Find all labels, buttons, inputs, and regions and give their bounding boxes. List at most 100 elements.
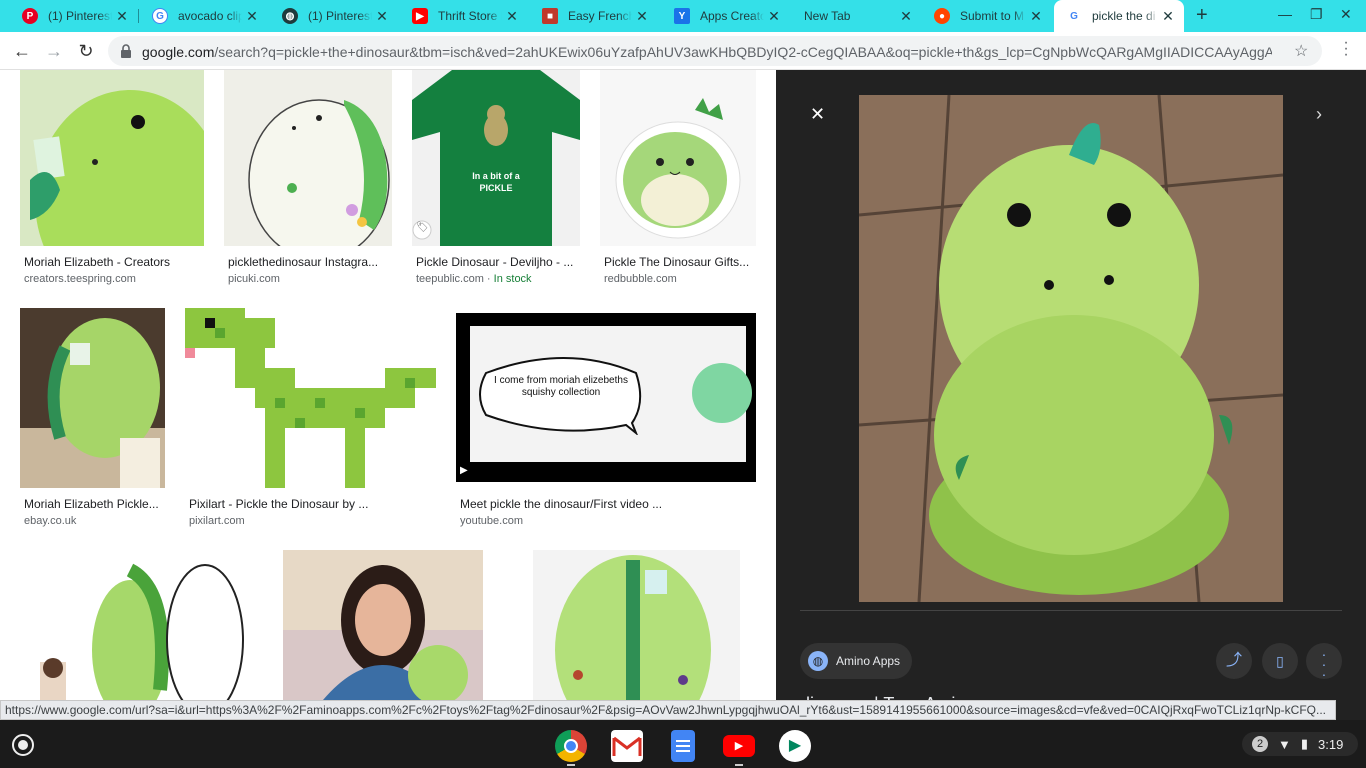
google-icon: G <box>152 8 168 24</box>
pinterest-icon: P <box>22 8 38 24</box>
globe-icon: ◍ <box>808 651 828 671</box>
google-icon: G <box>1066 8 1082 24</box>
sticker-image <box>600 70 756 246</box>
result-image-3[interactable]: In a bit of a PICKLE 🏷 <box>412 70 580 246</box>
tab-title: Easy French <box>568 9 632 23</box>
tshirt-image <box>412 70 580 246</box>
more-options-icon[interactable]: · · · <box>1306 643 1342 681</box>
menu-icon[interactable]: · · · <box>1336 35 1356 63</box>
tab-title: Submit to M <box>960 9 1025 23</box>
person-photo-image <box>283 550 483 700</box>
save-bookmark-icon[interactable]: ▯ <box>1262 643 1298 679</box>
reload-icon[interactable]: ↻ <box>74 39 98 63</box>
result-title[interactable]: Pickle Dinosaur - Deviljho - ... <box>416 255 580 269</box>
url-text: google.com/search?q=pickle+the+dinosaur&… <box>142 44 1272 60</box>
result-title[interactable]: Meet pickle the dinosaur/First video ... <box>460 497 756 511</box>
result-title[interactable]: Pickle The Dinosaur Gifts... <box>604 255 756 269</box>
tab-submit[interactable]: ● Submit to M ✕ <box>912 0 1052 32</box>
result-source[interactable]: picuki.com <box>228 273 280 285</box>
close-tab-icon[interactable]: ✕ <box>1026 8 1046 25</box>
back-icon[interactable]: ← <box>10 39 34 63</box>
result-source[interactable]: teepublic.com · In stock <box>416 273 532 285</box>
image-preview-panel: ✕ ‹ › ◍ Amino Apps ⤴ ▯ ··· dinosaur | To… <box>776 70 1366 720</box>
result-title[interactable]: picklethedinosaur Instagra... <box>228 255 388 269</box>
plush-head <box>692 363 752 423</box>
result-image-9[interactable] <box>283 550 483 700</box>
tab-title: (1) Pinterest <box>308 9 372 23</box>
forward-icon[interactable]: → <box>42 39 66 63</box>
result-image-5[interactable] <box>20 308 165 488</box>
source-site-name: Amino Apps <box>836 654 901 668</box>
close-tab-icon[interactable]: ✕ <box>242 8 262 25</box>
close-tab-icon[interactable]: ✕ <box>764 8 784 25</box>
window-close-icon[interactable]: ✕ <box>1340 6 1352 23</box>
tab-pickle-active[interactable]: G pickle the di ✕ <box>1054 0 1184 32</box>
close-preview-icon[interactable]: ✕ <box>810 104 825 125</box>
tab-title: Thrift Store H <box>438 9 502 23</box>
tab-strip: P (1) Pinterest ✕ G avocado clip ✕ ◍ (1)… <box>0 0 1366 32</box>
result-source[interactable]: youtube.com <box>460 515 523 527</box>
tab-title: New Tab <box>804 9 851 23</box>
notification-count: 2 <box>1252 736 1268 752</box>
tag-icon: 🏷 <box>416 222 429 233</box>
source-site-chip[interactable]: ◍ Amino Apps <box>800 643 913 679</box>
youtube-icon[interactable]: ▶ <box>723 735 755 757</box>
running-indicator <box>735 764 743 766</box>
y-icon: Y <box>674 8 690 24</box>
tab-avocado[interactable]: G avocado clip ✕ <box>130 0 268 32</box>
close-tab-icon[interactable]: ✕ <box>1158 8 1178 25</box>
result-image-7[interactable]: I come from moriah elizebeths squishy co… <box>456 313 756 482</box>
play-icon[interactable]: ▶ <box>460 465 482 479</box>
system-tray[interactable]: 2 ▼ ▮ 3:19 <box>1242 732 1358 756</box>
restore-icon[interactable]: ❐ <box>1310 6 1323 23</box>
plush-image <box>20 70 204 246</box>
result-image-1[interactable] <box>20 70 204 246</box>
result-source[interactable]: pixilart.com <box>189 515 245 527</box>
tab-new-tab[interactable]: New Tab ✕ <box>782 0 922 32</box>
result-title[interactable]: Moriah Elizabeth Pickle... <box>24 497 164 511</box>
result-title[interactable]: Moriah Elizabeth - Creators <box>24 255 204 269</box>
result-image-2[interactable] <box>224 70 392 246</box>
result-source[interactable]: ebay.co.uk <box>24 515 76 527</box>
minimize-icon[interactable]: — <box>1278 6 1292 22</box>
pixel-dino-image <box>185 308 436 488</box>
result-image-8[interactable] <box>20 550 249 700</box>
result-image-10[interactable] <box>533 550 740 700</box>
result-source[interactable]: redbubble.com <box>604 273 677 285</box>
plush-back-image <box>533 550 740 700</box>
bookmark-star-icon[interactable]: ☆ <box>1294 41 1308 61</box>
next-image-icon[interactable]: › <box>1316 104 1322 125</box>
in-stock-label: In stock <box>493 273 532 285</box>
new-tab-button[interactable]: + <box>1196 4 1208 27</box>
close-tab-icon[interactable]: ✕ <box>112 8 132 25</box>
tab-title: pickle the di <box>1092 9 1156 23</box>
launcher-icon[interactable] <box>12 734 34 756</box>
chrome-icon[interactable] <box>555 730 587 762</box>
tab-apps-creator[interactable]: Y Apps Creato ✕ <box>652 0 790 32</box>
launcher-dot <box>18 740 28 750</box>
close-tab-icon[interactable]: ✕ <box>372 8 392 25</box>
share-icon[interactable]: ⤴ <box>1216 643 1252 679</box>
drawings-image <box>20 550 249 700</box>
gmail-icon[interactable] <box>611 730 643 762</box>
play-store-icon[interactable]: ▶ <box>779 730 811 762</box>
tab-thrift-store[interactable]: ▶ Thrift Store H ✕ <box>390 0 528 32</box>
tab-easy-french[interactable]: ■ Easy French ✕ <box>520 0 658 32</box>
result-title[interactable]: Pixilart - Pickle the Dinosaur by ... <box>189 497 434 511</box>
os-shelf: ▶ ▶ 2 ▼ ▮ 3:19 <box>0 720 1366 768</box>
preview-image[interactable] <box>859 95 1283 602</box>
docs-icon[interactable] <box>671 730 695 762</box>
tab-pinterest-2[interactable]: ◍ (1) Pinterest ✕ <box>260 0 398 32</box>
result-image-6[interactable] <box>185 308 436 488</box>
lock-icon <box>121 44 131 58</box>
close-tab-icon[interactable]: ✕ <box>502 8 522 25</box>
close-tab-icon[interactable]: ✕ <box>632 8 652 25</box>
tab-pinterest-1[interactable]: P (1) Pinterest ✕ <box>0 0 138 32</box>
toolbar: ← → ↻ google.com/search?q=pickle+the+din… <box>0 32 1366 70</box>
tab-title: Apps Creato <box>700 9 764 23</box>
address-bar[interactable]: google.com/search?q=pickle+the+dinosaur&… <box>108 36 1322 66</box>
result-image-4[interactable] <box>600 70 756 246</box>
globe-icon: ◍ <box>282 8 298 24</box>
result-source[interactable]: creators.teespring.com <box>24 273 136 285</box>
link-status-bar: https://www.google.com/url?sa=i&url=http… <box>0 700 1336 720</box>
